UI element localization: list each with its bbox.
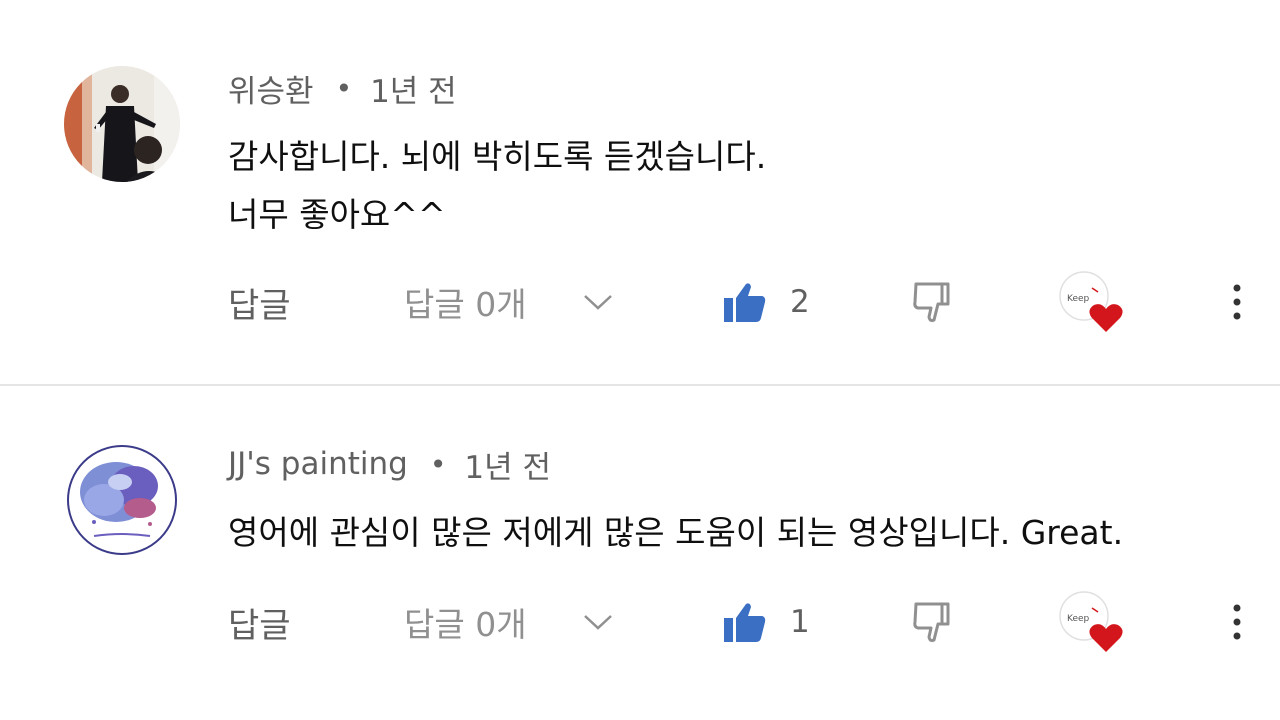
comment-line: 너무 좋아요^^: [228, 195, 446, 234]
user-avatar-painting-icon: [64, 442, 180, 558]
dislike-button[interactable]: [910, 592, 958, 652]
creator-heart-button[interactable]: Keep: [1058, 271, 1124, 332]
view-replies-button[interactable]: 답글 0개: [404, 592, 527, 652]
comment-thread: JJ's painting • 1년 전 영어에 관심이 많은 저에게 많은 도…: [0, 386, 1280, 720]
more-vert-icon: [1233, 604, 1241, 640]
more-vert-icon: [1233, 284, 1241, 320]
comment-line: 영어에 관심이 많은 저에게 많은 도움이 되는 영상입니다. Great.: [228, 513, 1124, 552]
timestamp[interactable]: 1년 전: [464, 442, 551, 487]
thumbs-up-icon: [724, 603, 766, 642]
like-button[interactable]: [720, 592, 768, 652]
chevron-down-icon[interactable]: [580, 272, 616, 332]
separator-dot: •: [335, 71, 353, 105]
svg-text:Keep: Keep: [1067, 614, 1090, 624]
comment-text: 영어에 관심이 많은 저에게 많은 도움이 되는 영상입니다. Great.: [228, 504, 1123, 562]
user-avatar-photo-icon: [64, 66, 180, 182]
separator-dot: •: [429, 447, 447, 481]
thumbs-down-icon: [913, 282, 950, 323]
view-replies-button[interactable]: 답글 0개: [404, 272, 527, 332]
thumbs-down-icon: [913, 602, 950, 643]
avatar[interactable]: [64, 442, 180, 558]
author-name[interactable]: 위승환: [228, 66, 314, 111]
like-count: 1: [790, 604, 810, 640]
more-actions-button[interactable]: [1222, 272, 1252, 332]
like-count: 2: [790, 284, 810, 320]
creator-heart-button[interactable]: Keep: [1058, 591, 1124, 652]
comment-thread: 위승환 • 1년 전 감사합니다. 뇌에 박히도록 듣겠습니다. 너무 좋아요^…: [0, 0, 1280, 384]
comment-actions: 답글 답글 0개 1 Keep: [0, 591, 1280, 652]
timestamp[interactable]: 1년 전: [370, 66, 457, 111]
comment-header: 위승환 • 1년 전: [228, 66, 457, 110]
dislike-button[interactable]: [910, 272, 958, 332]
svg-text:Keep: Keep: [1067, 294, 1090, 304]
more-actions-button[interactable]: [1222, 592, 1252, 652]
like-button[interactable]: [720, 272, 768, 332]
reply-button[interactable]: 답글: [228, 272, 291, 332]
creator-heart-icon: Keep: [1059, 271, 1123, 332]
author-name[interactable]: JJ's painting: [228, 446, 408, 482]
thumbs-up-icon: [724, 283, 766, 322]
creator-heart-icon: Keep: [1059, 591, 1123, 652]
comment-actions: 답글 답글 0개 2 Keep: [0, 271, 1280, 332]
comment-line: 감사합니다. 뇌에 박히도록 듣겠습니다.: [228, 137, 767, 176]
comment-text: 감사합니다. 뇌에 박히도록 듣겠습니다. 너무 좋아요^^: [228, 128, 766, 244]
chevron-down-icon[interactable]: [580, 592, 616, 652]
comment-header: JJ's painting • 1년 전: [228, 442, 551, 486]
comments-section: 위승환 • 1년 전 감사합니다. 뇌에 박히도록 듣겠습니다. 너무 좋아요^…: [0, 0, 1280, 720]
avatar[interactable]: [64, 66, 180, 182]
reply-button[interactable]: 답글: [228, 592, 291, 652]
